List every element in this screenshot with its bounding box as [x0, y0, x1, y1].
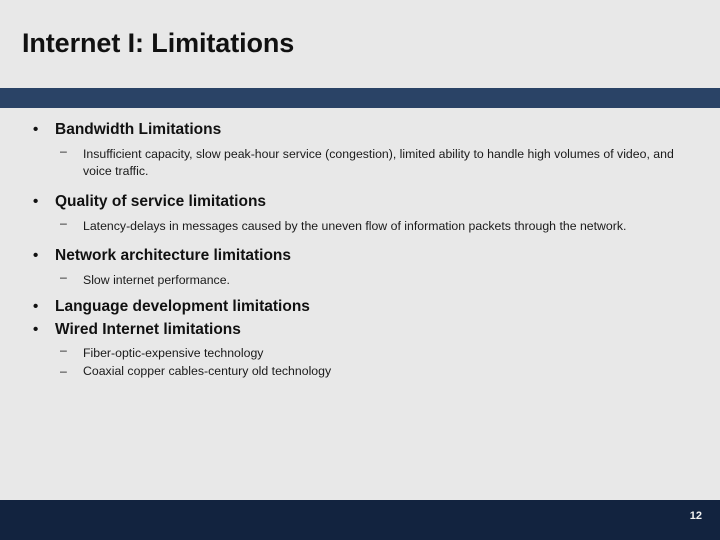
bullet-level2-label: Slow internet performance.: [83, 273, 230, 288]
bullet-level1: • Bandwidth Limitations: [0, 120, 720, 141]
title-area: Internet I: Limitations: [0, 0, 720, 88]
content-group: • Network architecture limitations – Slo…: [0, 246, 720, 289]
bullet-dot-icon: •: [33, 192, 39, 210]
dash-icon: –: [60, 343, 67, 358]
footer-bar: 12: [0, 500, 720, 540]
content-group: • Quality of service limitations – Laten…: [0, 192, 720, 235]
slide-number: 12: [689, 510, 702, 522]
bullet-level1-label: Language development limitations: [55, 297, 310, 315]
bullet-level1: • Network architecture limitations: [0, 246, 720, 267]
bullet-level2-label: Coaxial copper cables-century old techno…: [83, 363, 332, 378]
bullet-level2-label: Insufficient capacity, slow peak-hour se…: [83, 146, 674, 179]
bullet-level1: • Language development limitations: [0, 297, 720, 318]
page-title: Internet I: Limitations: [22, 28, 295, 59]
bullet-level2: – Slow internet performance.: [0, 269, 720, 289]
bullet-dot-icon: •: [33, 320, 39, 338]
bullet-level2-label: Fiber-optic-expensive technology: [83, 346, 264, 361]
header-accent-bar: [0, 88, 720, 108]
bullet-level1-label: Wired Internet limitations: [55, 320, 241, 338]
bullet-level2: – Coaxial copper cables-century old tech…: [0, 363, 720, 380]
bullet-level2-label: Latency-delays in messages caused by the…: [83, 218, 627, 233]
slide-content: • Bandwidth Limitations – Insufficient c…: [0, 120, 720, 380]
dash-icon: –: [60, 363, 67, 378]
bullet-level2: – Fiber-optic-expensive technology: [0, 342, 720, 362]
bullet-level2: – Latency-delays in messages caused by t…: [0, 215, 720, 235]
dash-icon: –: [60, 215, 67, 230]
bullet-level2: – Insufficient capacity, slow peak-hour …: [0, 143, 720, 181]
bullet-level1-label: Bandwidth Limitations: [55, 121, 222, 138]
bullet-dot-icon: •: [33, 297, 39, 315]
bullet-dot-icon: •: [33, 247, 39, 265]
slide: Internet I: Limitations • Bandwidth Limi…: [0, 0, 720, 540]
bullet-level1: • Wired Internet limitations: [0, 320, 720, 341]
content-group: • Wired Internet limitations – Fiber-opt…: [0, 320, 720, 381]
dash-icon: –: [60, 270, 67, 285]
dash-icon: –: [60, 143, 67, 158]
bullet-dot-icon: •: [33, 121, 39, 138]
content-group: • Bandwidth Limitations – Insufficient c…: [0, 120, 720, 181]
bullet-level1: • Quality of service limitations: [0, 192, 720, 213]
bullet-level1-label: Quality of service limitations: [55, 192, 267, 210]
bullet-level1-label: Network architecture limitations: [55, 247, 292, 265]
content-group: • Language development limitations: [0, 297, 720, 318]
